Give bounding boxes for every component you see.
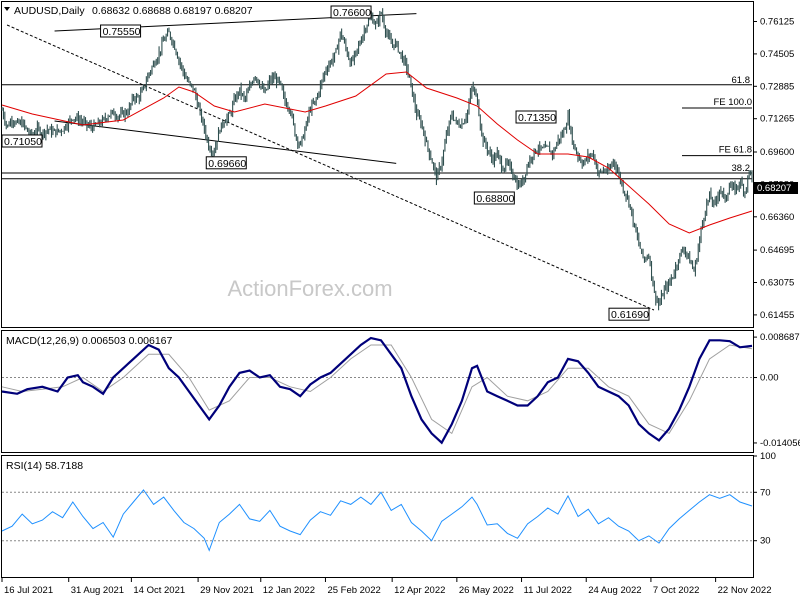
menu-triangle-icon[interactable] [4, 7, 10, 11]
main-y-tick-label: 0.64695 [760, 245, 794, 256]
pivot-label: 0.71350 [518, 112, 556, 124]
x-tick-label: 26 May 2022 [459, 585, 514, 596]
macd-y-tick-label: 0.008687 [760, 332, 800, 343]
pivot-label: 0.75550 [103, 26, 141, 38]
main-y-tick-label: 0.74505 [760, 49, 794, 60]
pivot-label: 0.61690 [611, 309, 649, 321]
rsi-y-tick-label: 30 [760, 536, 771, 547]
chart-canvas: ActionForex.com 61.8 38.2 FE 100.0 FE 61.8 0… [1, 1, 800, 596]
pivot-label: 0.76600 [333, 7, 371, 19]
main-y-tick-label: 0.69600 [760, 147, 794, 158]
main-y-tick-label: 0.61455 [760, 310, 794, 321]
fe-level-label: FE 100.0 [713, 97, 752, 108]
main-price-plot: 61.8 38.2 FE 100.0 FE 61.8 0.75550 0.71050 0.6… [1, 5, 753, 321]
macd-panel-frame [1, 330, 754, 453]
fe-level-label: FE 61.8 [719, 145, 752, 156]
macd-title: MACD(12,26,9) 0.006503 0.006167 [6, 335, 173, 347]
main-y-tick-label: 0.66360 [760, 212, 794, 223]
pivot-label: 0.71050 [4, 136, 42, 148]
rsi-y-tick-label: 70 [760, 487, 771, 498]
macd-signal-line [1, 344, 753, 435]
pivot-label: 0.68800 [476, 193, 514, 205]
moving-average-line [1, 71, 753, 234]
main-y-tick-label: 0.71265 [760, 114, 794, 125]
macd-line [1, 336, 753, 445]
x-tick-label: 12 Apr 2022 [394, 585, 445, 596]
x-tick-label: 14 Oct 2021 [133, 585, 185, 596]
x-tick-label: 24 Aug 2022 [588, 585, 641, 596]
x-tick-label: 29 Nov 2021 [200, 585, 254, 596]
macd-plot [1, 336, 753, 445]
rsi-panel-frame [1, 455, 754, 578]
x-tick-label: 12 Jan 2022 [263, 585, 315, 596]
x-axis-ticks: 16 Jul 2021 31 Aug 2021 14 Oct 2021 29 Nov … [1, 578, 772, 596]
last-price-label: 0.68207 [757, 183, 791, 194]
price-bars [1, 8, 753, 311]
y-axis-ticks: 0.761250.745050.728850.712650.696000.679… [753, 17, 800, 547]
last-price-tag: 0.68207 [754, 182, 798, 194]
main-y-tick-label: 0.76125 [760, 17, 794, 28]
x-tick-label: 16 Jul 2021 [4, 585, 53, 596]
horizontal-line-label: 61.8 [732, 75, 751, 86]
main-y-tick-label: 0.72885 [760, 81, 794, 92]
x-tick-label: 11 Jul 2022 [524, 585, 572, 596]
horizontal-line-label: 38.2 [732, 163, 751, 174]
macd-y-tick-label: 0.00 [760, 373, 779, 384]
macd-y-tick-label: -0.014056 [760, 438, 800, 449]
x-tick-label: 7 Oct 2022 [653, 585, 699, 596]
watermark: ActionForex.com [227, 276, 392, 301]
trend-line [6, 24, 655, 311]
x-tick-label: 22 Nov 2022 [718, 585, 772, 596]
main-ohlc: 0.68632 0.68688 0.68197 0.68207 [92, 5, 253, 17]
main-y-tick-label: 0.63075 [760, 278, 794, 289]
rsi-plot [1, 489, 753, 552]
rsi-title: RSI(14) 58.7188 [6, 460, 83, 472]
pivot-label: 0.69660 [208, 158, 246, 170]
x-tick-label: 25 Feb 2022 [327, 585, 380, 596]
rsi-y-tick-label: 100 [760, 451, 776, 462]
rsi-line [1, 489, 753, 552]
x-tick-label: 31 Aug 2021 [71, 585, 124, 596]
main-title-group: AUDUSD,Daily 0.68632 0.68688 0.68197 0.6… [4, 5, 253, 17]
main-title: AUDUSD,Daily [14, 5, 85, 17]
